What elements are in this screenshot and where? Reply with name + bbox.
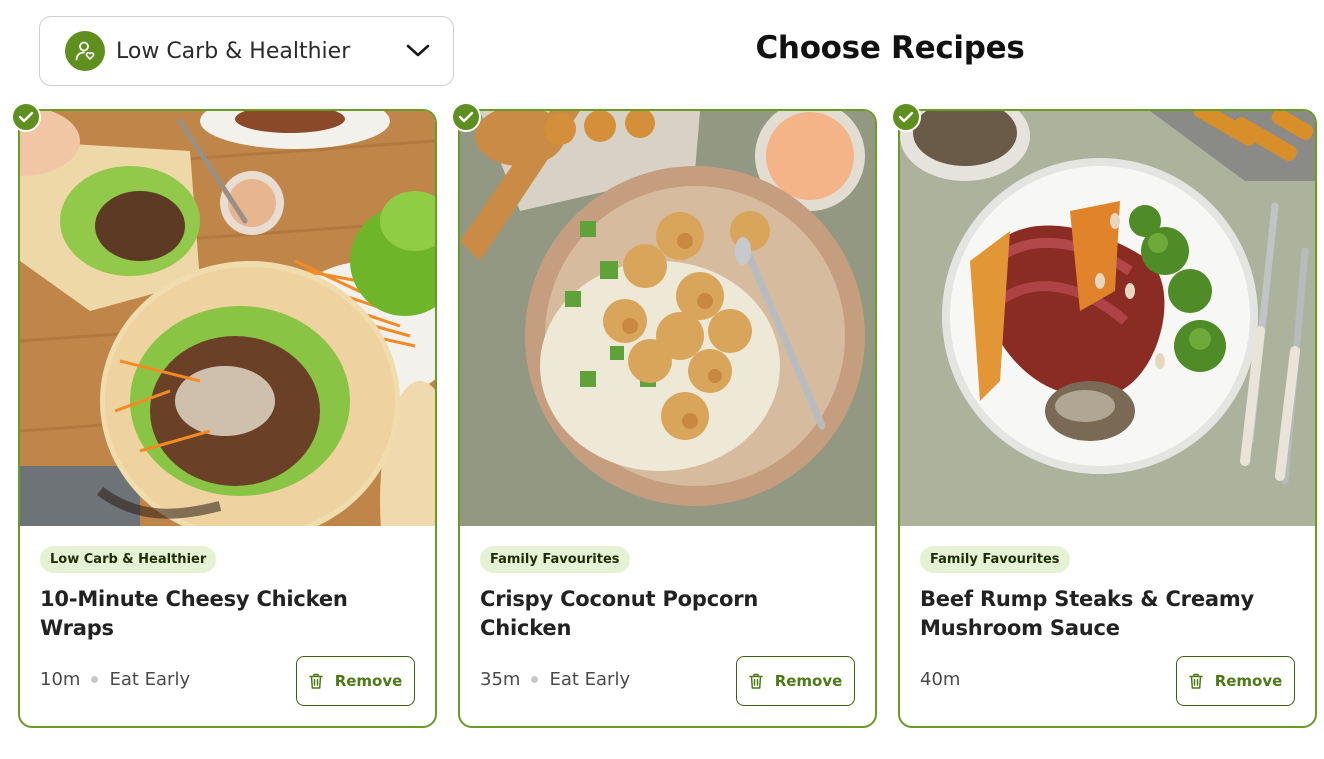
plan-selector-dropdown[interactable]: Low Carb & Healthier xyxy=(39,16,454,86)
remove-button-label: Remove xyxy=(774,672,843,690)
recipe-card-body: Low Carb & Healthier 10-Minute Cheesy Ch… xyxy=(20,526,435,726)
plan-selector-label: Low Carb & Healthier xyxy=(116,38,351,64)
selected-check-icon[interactable] xyxy=(451,102,481,132)
page-title: Choose Recipes xyxy=(755,30,1025,66)
recipe-tag: Family Favourites xyxy=(920,546,1070,573)
trash-icon xyxy=(1188,673,1203,689)
selected-check-icon[interactable] xyxy=(11,102,41,132)
recipe-card[interactable]: Family Favourites Beef Rump Steaks & Cre… xyxy=(898,109,1317,728)
recipe-time: 35m xyxy=(480,669,521,690)
recipe-meta: 10m Eat Early xyxy=(40,669,190,690)
recipe-card-body: Family Favourites Beef Rump Steaks & Cre… xyxy=(900,526,1315,726)
recipe-meta: 35m Eat Early xyxy=(480,669,630,690)
recipe-image-beef-rump-steaks[interactable] xyxy=(900,111,1315,526)
recipe-time: 10m xyxy=(40,669,81,690)
recipe-title[interactable]: 10-Minute Cheesy Chicken Wraps xyxy=(40,585,415,643)
recipe-card-list: Low Carb & Healthier 10-Minute Cheesy Ch… xyxy=(18,109,1318,728)
recipe-card-body: Family Favourites Crispy Coconut Popcorn… xyxy=(460,526,875,726)
remove-button[interactable]: Remove xyxy=(736,656,855,706)
recipe-tag: Low Carb & Healthier xyxy=(40,546,217,573)
trash-icon xyxy=(748,673,763,689)
recipe-note: Eat Early xyxy=(549,669,631,690)
recipe-meta: 40m xyxy=(920,669,960,690)
person-heart-icon xyxy=(65,31,105,71)
recipe-image-coconut-popcorn-chicken[interactable] xyxy=(460,111,875,526)
remove-button[interactable]: Remove xyxy=(1176,656,1295,706)
recipe-title[interactable]: Crispy Coconut Popcorn Chicken xyxy=(480,585,855,643)
recipe-time: 40m xyxy=(920,669,961,690)
recipe-tag: Family Favourites xyxy=(480,546,630,573)
trash-icon xyxy=(308,673,323,689)
separator-dot xyxy=(91,676,99,683)
recipe-image-cheesy-chicken-wraps[interactable] xyxy=(20,111,435,526)
selected-check-icon[interactable] xyxy=(891,102,921,132)
recipe-title[interactable]: Beef Rump Steaks & Creamy Mushroom Sauce xyxy=(920,585,1295,643)
separator-dot xyxy=(531,676,539,683)
recipe-card[interactable]: Family Favourites Crispy Coconut Popcorn… xyxy=(458,109,877,728)
recipe-note: Eat Early xyxy=(109,669,191,690)
remove-button[interactable]: Remove xyxy=(296,656,415,706)
remove-button-label: Remove xyxy=(1214,672,1283,690)
chevron-down-icon[interactable] xyxy=(405,38,431,64)
recipe-card[interactable]: Low Carb & Healthier 10-Minute Cheesy Ch… xyxy=(18,109,437,728)
remove-button-label: Remove xyxy=(334,672,403,690)
